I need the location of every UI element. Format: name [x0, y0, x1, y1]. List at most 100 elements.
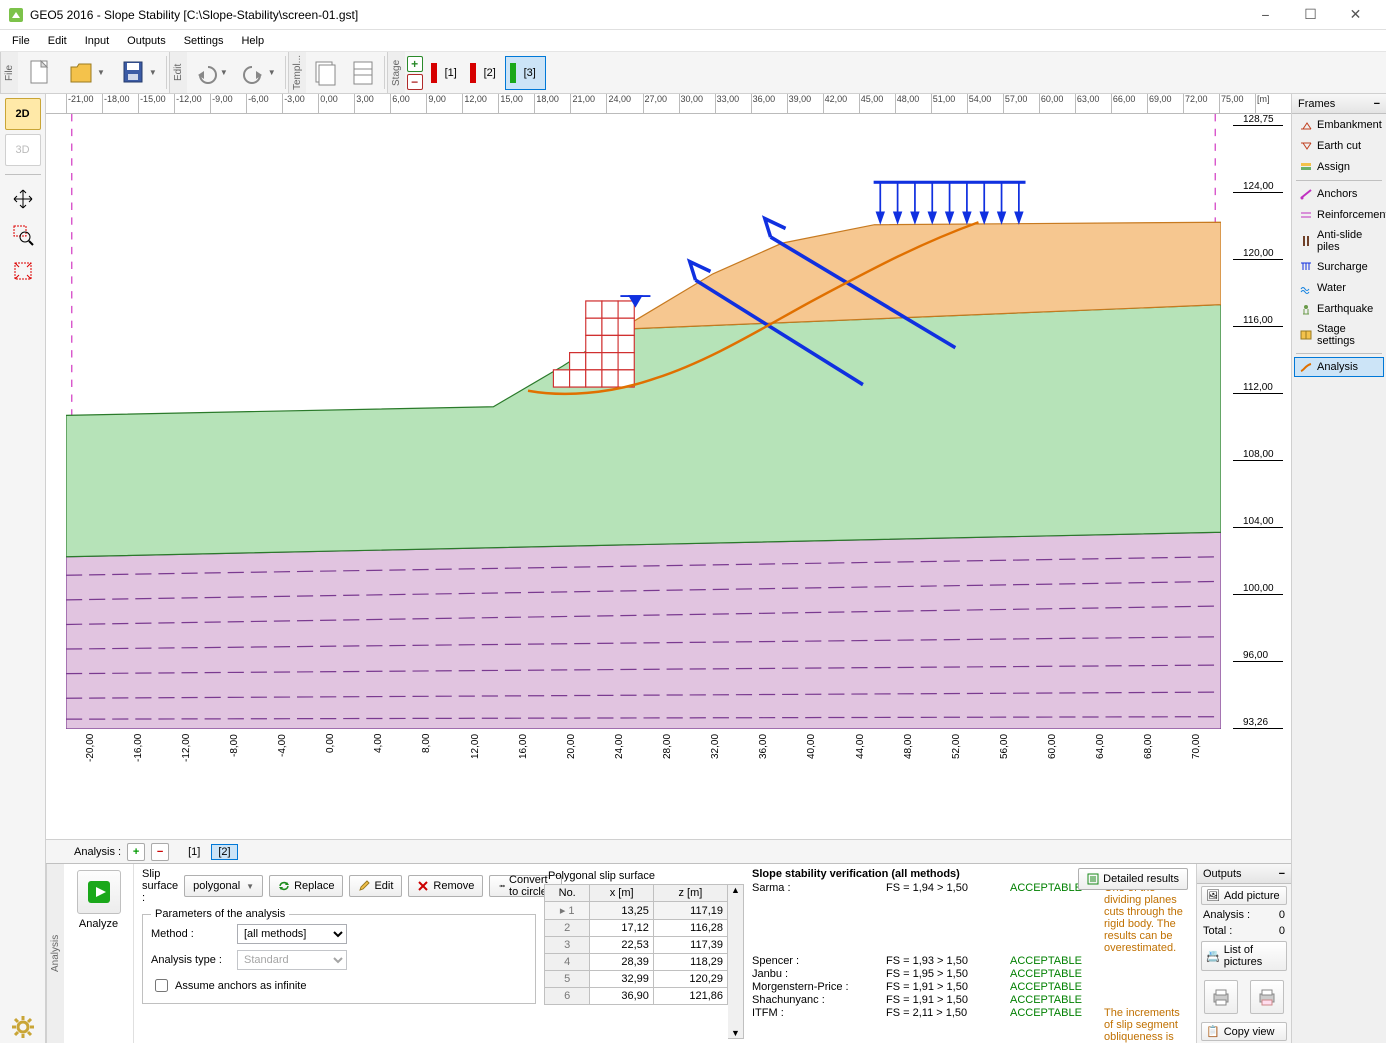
- zoom-select-button[interactable]: [5, 219, 41, 251]
- analysis-add-button[interactable]: +: [127, 843, 145, 861]
- analyze-button[interactable]: [77, 870, 121, 914]
- frame-item-surcharge[interactable]: Surcharge: [1294, 257, 1384, 277]
- copy-icon: 📋: [1206, 1025, 1220, 1038]
- frame-item-anti-slide-piles[interactable]: Anti-slide piles: [1294, 226, 1384, 256]
- stage-button-1[interactable]: [1]: [427, 56, 466, 90]
- print-preview-button[interactable]: [1250, 980, 1284, 1014]
- open-file-button[interactable]: ▼: [62, 54, 110, 91]
- view-2d-button[interactable]: 2D: [5, 98, 41, 130]
- analysis-type-select[interactable]: Standard: [237, 950, 347, 970]
- minimize-button[interactable]: −: [1243, 0, 1288, 29]
- remove-button[interactable]: Remove: [408, 875, 483, 897]
- slip-surface-dropdown[interactable]: polygonal ▼: [184, 875, 263, 897]
- view-3d-button[interactable]: 3D: [5, 134, 41, 166]
- redo-button[interactable]: ▼: [237, 54, 281, 91]
- frame-item-stage-settings[interactable]: Stage settings: [1294, 320, 1384, 350]
- stage-button-2[interactable]: [2]: [466, 56, 505, 90]
- window-title: GEO5 2016 - Slope Stability [C:\Slope-St…: [30, 8, 1243, 22]
- template-1-button[interactable]: [308, 54, 342, 91]
- settings-gear-button[interactable]: [5, 1011, 41, 1043]
- table-row[interactable]: 217,12116,28: [545, 920, 728, 937]
- edit-button[interactable]: Edit: [349, 875, 402, 897]
- frames-minimize-icon[interactable]: −: [1374, 98, 1380, 110]
- menu-settings[interactable]: Settings: [176, 33, 232, 49]
- table-row[interactable]: 428,39118,29: [545, 954, 728, 971]
- list-icon: 📇: [1206, 950, 1220, 963]
- pan-tool-button[interactable]: [5, 183, 41, 215]
- outputs-panel: Outputs− 🖼Add picture Analysis :0 Total …: [1196, 864, 1291, 1043]
- frame-item-anchors[interactable]: Anchors: [1294, 184, 1384, 204]
- embankment-icon: [1299, 118, 1313, 132]
- assign-icon: [1299, 160, 1313, 174]
- main-area: 2D 3D -21,00-18,00-15,00-12,00-9,00-6,00…: [0, 94, 1386, 1043]
- stage-button-3[interactable]: [3]: [505, 56, 546, 90]
- ruler-horizontal: -21,00-18,00-15,00-12,00-9,00-6,00-3,000…: [46, 94, 1291, 114]
- toolbar-group-template: Templ...: [288, 52, 306, 93]
- frame-item-analysis[interactable]: Analysis: [1294, 357, 1384, 377]
- list-pictures-button[interactable]: 📇List of pictures: [1201, 941, 1287, 971]
- drawing-canvas[interactable]: -21,00-18,00-15,00-12,00-9,00-6,00-3,000…: [46, 94, 1291, 839]
- slip-table-section: Polygonal slip surface No. x [m] z [m] ▸…: [544, 864, 744, 1043]
- frames-panel: Frames− EmbankmentEarth cutAssignAnchors…: [1291, 94, 1386, 1043]
- axis-x-ticks: -20,00-16,00-12,00-8,00-4,000,004,008,00…: [66, 734, 1221, 834]
- detailed-results-button[interactable]: Detailed results: [1078, 868, 1188, 890]
- add-picture-button[interactable]: 🖼Add picture: [1201, 886, 1287, 905]
- maximize-button[interactable]: ☐: [1288, 0, 1333, 29]
- analysis-panel: Analysis Analyze Slip surface : polygona…: [46, 863, 1291, 1043]
- frame-item-embankment[interactable]: Embankment: [1294, 115, 1384, 135]
- new-file-button[interactable]: [20, 54, 58, 91]
- earth-cut-icon: [1299, 139, 1313, 153]
- frame-item-water[interactable]: Water: [1294, 278, 1384, 298]
- toolbar-group-edit: Edit: [169, 52, 187, 93]
- results-output: Detailed results Slope stability verific…: [744, 864, 1196, 1043]
- menu-outputs[interactable]: Outputs: [119, 33, 174, 49]
- water-icon: [1299, 281, 1313, 295]
- save-file-button[interactable]: ▼: [114, 54, 162, 91]
- anchors-infinite-checkbox[interactable]: Assume anchors as infinite: [151, 976, 527, 995]
- menu-edit[interactable]: Edit: [40, 33, 75, 49]
- outputs-minimize-icon[interactable]: −: [1279, 868, 1285, 880]
- stage-remove-button[interactable]: −: [407, 74, 423, 90]
- menu-help[interactable]: Help: [233, 33, 272, 49]
- frame-item-earthquake[interactable]: Earthquake: [1294, 299, 1384, 319]
- stage-add-button[interactable]: +: [407, 56, 423, 72]
- table-scrollbar[interactable]: ▲▼: [728, 884, 744, 1039]
- surcharge-icon: [1299, 260, 1313, 274]
- slip-table-header: Polygonal slip surface: [544, 868, 744, 884]
- replace-button[interactable]: Replace: [269, 875, 343, 897]
- analysis-stage-2[interactable]: [2]: [211, 844, 237, 860]
- frame-item-assign[interactable]: Assign: [1294, 157, 1384, 177]
- menu-input[interactable]: Input: [77, 33, 117, 49]
- view-toolbar: 2D 3D: [0, 94, 46, 1043]
- table-row[interactable]: 636,90121,86: [545, 988, 728, 1005]
- main-toolbar: File ▼ ▼ Edit ▼ ▼ Templ... Stage + − [1]…: [0, 52, 1386, 94]
- add-picture-icon: 🖼: [1206, 889, 1220, 902]
- template-2-button[interactable]: [346, 54, 380, 91]
- analysis-icon: [1299, 360, 1313, 374]
- analysis-stage-bar: Analysis : + − [1][2]: [46, 839, 1291, 863]
- analysis-label: Analysis :: [74, 846, 121, 858]
- analysis-type-label: Analysis type :: [151, 954, 231, 966]
- menu-file[interactable]: File: [4, 33, 38, 49]
- table-row[interactable]: ▸ 113,25117,19: [545, 902, 728, 920]
- close-button[interactable]: ✕: [1333, 0, 1378, 29]
- title-bar: GEO5 2016 - Slope Stability [C:\Slope-St…: [0, 0, 1386, 30]
- analysis-side-label: Analysis: [46, 864, 64, 1043]
- table-row[interactable]: 322,53117,39: [545, 937, 728, 954]
- analysis-stage-1[interactable]: [1]: [181, 844, 207, 860]
- method-select[interactable]: [all methods]: [237, 924, 347, 944]
- zoom-extents-button[interactable]: [5, 255, 41, 287]
- undo-button[interactable]: ▼: [189, 54, 233, 91]
- reinforcements-icon: [1299, 208, 1313, 222]
- frame-item-earth-cut[interactable]: Earth cut: [1294, 136, 1384, 156]
- slip-surface-table[interactable]: No. x [m] z [m] ▸ 113,25117,19217,12116,…: [544, 884, 728, 1005]
- method-label: Method :: [151, 928, 231, 940]
- analysis-remove-button[interactable]: −: [151, 843, 169, 861]
- print-button[interactable]: [1204, 980, 1238, 1014]
- table-row[interactable]: 532,99120,29: [545, 971, 728, 988]
- app-icon: [8, 7, 24, 23]
- toolbar-group-file: File: [0, 52, 18, 93]
- copy-view-button[interactable]: 📋Copy view: [1201, 1022, 1287, 1041]
- frame-item-reinforcements[interactable]: Reinforcements: [1294, 205, 1384, 225]
- anti-slide-piles-icon: [1299, 234, 1313, 248]
